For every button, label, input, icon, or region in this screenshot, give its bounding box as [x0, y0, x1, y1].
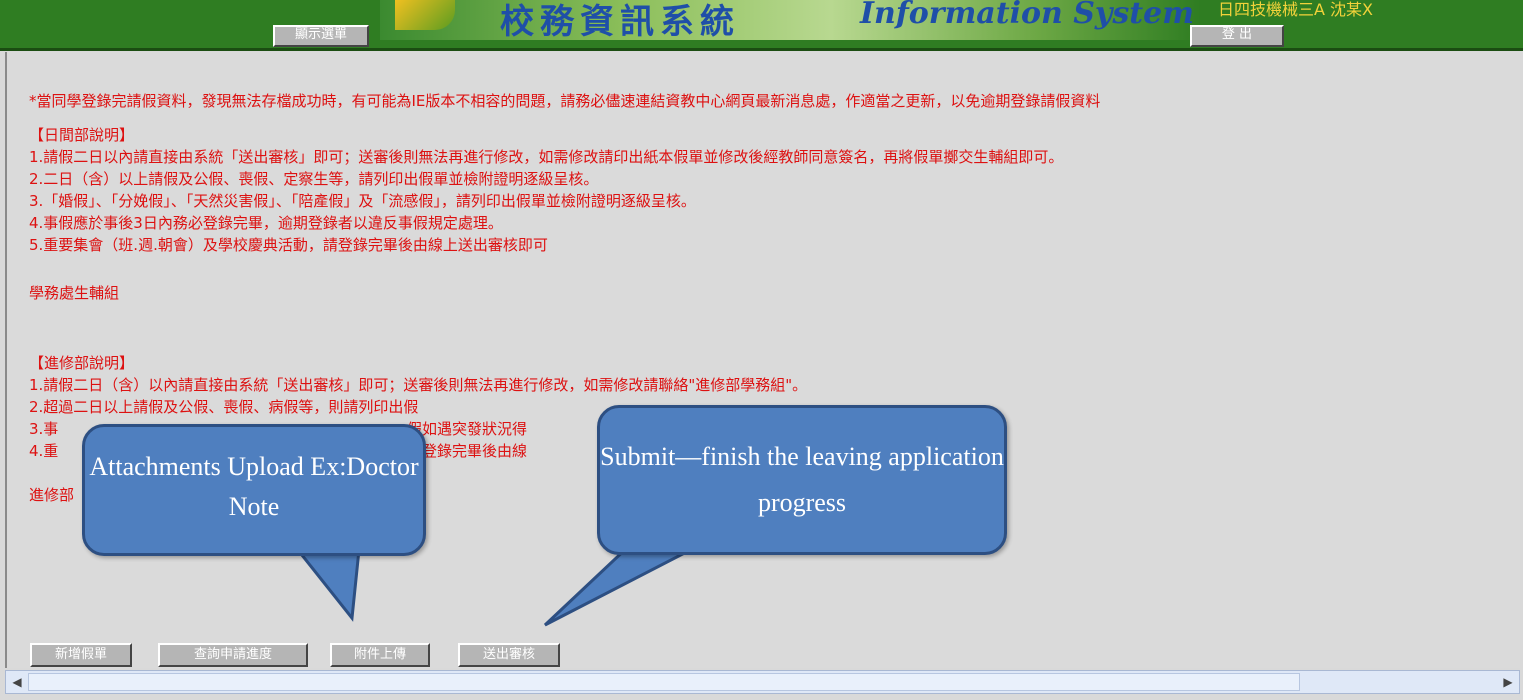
night-rule-3: 3.事	[29, 420, 59, 438]
night-rule-1: 1.請假二日（含）以內請直接由系統「送出審核」即可；送審後則無法再進行修改，如需…	[29, 376, 808, 394]
scroll-left-icon[interactable]: ◀	[8, 673, 26, 691]
new-leave-button[interactable]: 新增假單	[30, 643, 132, 667]
query-progress-button[interactable]: 查詢申請進度	[158, 643, 308, 667]
day-section-title: 【日間部說明】	[29, 126, 135, 144]
day-rule-1: 1.請假二日以內請直接由系統「送出審核」即可；送審後則無法再進行修改，如需修改請…	[29, 148, 1064, 166]
logout-button[interactable]: 登 出	[1190, 25, 1284, 47]
upload-callout-text: Attachments Upload Ex:Doctor Note	[89, 452, 419, 521]
banner-logo	[395, 0, 455, 30]
day-signature: 學務處生輔組	[29, 284, 120, 302]
submit-callout-text: Submit—finish the leaving application pr…	[600, 442, 1004, 517]
banner-title: 校務資訊系統	[500, 2, 740, 42]
scroll-thumb[interactable]	[28, 673, 1300, 691]
day-rule-4: 4.事假應於事後3日內務必登錄完畢，逾期登錄者以違反事假規定處理。	[29, 214, 503, 232]
night-section-title: 【進修部說明】	[29, 354, 135, 372]
banner-title-en: Information System	[860, 0, 1194, 31]
scroll-right-icon[interactable]: ▶	[1499, 673, 1517, 691]
day-rule-2: 2.二日（含）以上請假及公假、喪假、定察生等，請列印出假單並檢附證明逐級呈核。	[29, 170, 599, 188]
night-signature: 進修部	[29, 486, 75, 504]
submit-callout-tail	[543, 545, 701, 627]
submit-review-button[interactable]: 送出審核	[458, 643, 560, 667]
main-content: *當同學登錄完請假資料，發現無法存檔成功時，有可能為IE版本不相容的問題，請務必…	[5, 52, 1520, 668]
night-rule-3-tail: 假如遇突發狀況得	[407, 420, 528, 438]
ie-notice: *當同學登錄完請假資料，發現無法存檔成功時，有可能為IE版本不相容的問題，請務必…	[29, 92, 1101, 110]
submit-callout: Submit—finish the leaving application pr…	[597, 405, 1007, 555]
show-menu-button[interactable]: 顯示選單	[273, 25, 369, 47]
header-bar: 校務資訊系統 Information System 日四技機械三A 沈某X 顯示…	[0, 0, 1523, 51]
horizontal-scrollbar[interactable]: ◀ ▶	[5, 670, 1520, 694]
user-info: 日四技機械三A 沈某X	[1218, 0, 1373, 19]
night-rule-2: 2.超過二日以上請假及公假、喪假、病假等，則請列印出假	[29, 398, 419, 416]
day-rule-3: 3.「婚假」、「分娩假」、「天然災害假」、「陪產假」及「流感假」，請列印出假單並…	[29, 192, 696, 210]
upload-callout: Attachments Upload Ex:Doctor Note	[82, 424, 426, 556]
day-rule-5: 5.重要集會（班.週.朝會）及學校慶典活動，請登錄完畢後由線上送出審核即可	[29, 236, 548, 254]
night-rule-4: 4.重	[29, 442, 59, 460]
upload-attachment-button[interactable]: 附件上傳	[330, 643, 430, 667]
